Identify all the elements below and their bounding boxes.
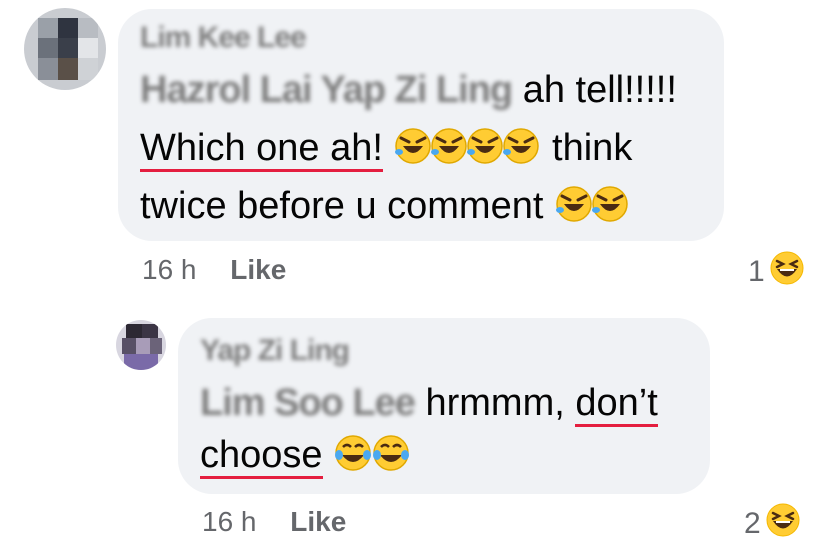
laughing-face-icon bbox=[769, 250, 805, 294]
comment-bubble: Lim Kee Lee Hazrol Lai Yap Zi Ling ah te… bbox=[118, 9, 724, 241]
reaction-count: 1 bbox=[748, 255, 765, 288]
reaction-summary[interactable]: 1 bbox=[748, 250, 805, 294]
mention-link[interactable]: Lim Soo Lee bbox=[200, 374, 416, 432]
reaction-count: 2 bbox=[744, 507, 761, 540]
like-button[interactable]: Like bbox=[290, 506, 346, 537]
comment-meta: 16 h Like bbox=[142, 254, 286, 286]
timestamp[interactable]: 16 h bbox=[142, 254, 197, 285]
like-button[interactable]: Like bbox=[230, 254, 286, 285]
avatar[interactable] bbox=[116, 320, 166, 370]
comment-line: choose bbox=[200, 426, 413, 490]
avatar[interactable] bbox=[24, 8, 106, 90]
tears-of-joy-emoji-icon bbox=[333, 432, 413, 490]
comment-bubble: Yap Zi Ling Lim Soo Lee hrmmm, don’t cho… bbox=[178, 318, 710, 494]
laughing-face-icon bbox=[765, 502, 801, 546]
rofl-emoji-icon bbox=[393, 125, 541, 183]
comment-line: Which one ah! think bbox=[140, 119, 632, 183]
rofl-emoji-icon bbox=[554, 183, 630, 241]
comment-line: Lim Soo Lee hrmmm, don’t bbox=[200, 374, 658, 432]
comment-author[interactable]: Lim Kee Lee bbox=[140, 21, 307, 55]
comment-line: Hazrol Lai Yap Zi Ling ah tell!!!!! bbox=[140, 61, 677, 119]
mention-link[interactable]: Hazrol Lai Yap Zi Ling bbox=[140, 61, 513, 119]
comment-author[interactable]: Yap Zi Ling bbox=[200, 334, 350, 368]
timestamp[interactable]: 16 h bbox=[202, 506, 257, 537]
reaction-summary[interactable]: 2 bbox=[744, 502, 801, 546]
comment-meta: 16 h Like bbox=[202, 506, 346, 538]
comment-line: twice before u comment bbox=[140, 177, 630, 241]
